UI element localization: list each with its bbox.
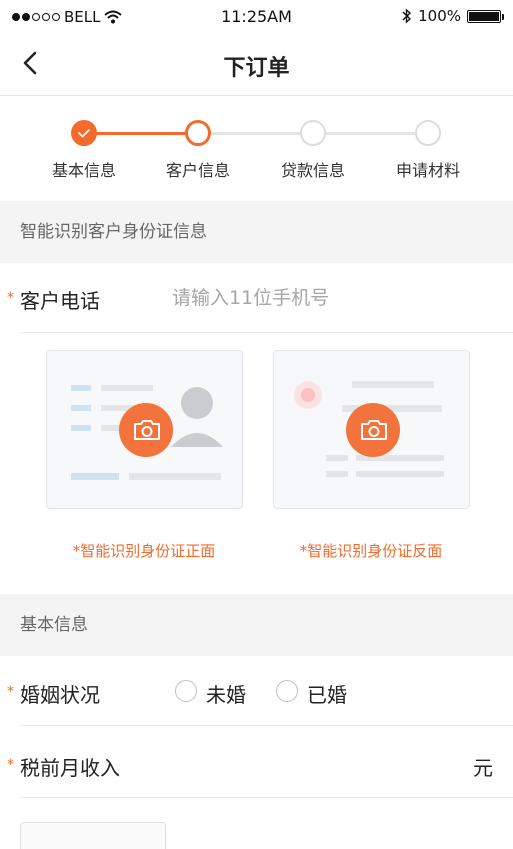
step-connector	[84, 132, 198, 135]
radio-married-label[interactable]: 已婚	[307, 679, 347, 708]
divider	[20, 725, 513, 726]
id-back-caption: *智能识别身份证反面	[299, 542, 443, 560]
radio-unmarried[interactable]	[175, 680, 197, 702]
step-node-3	[300, 120, 326, 146]
section-header-basic-info: 基本信息	[0, 594, 513, 656]
step-connector	[198, 132, 313, 135]
check-icon	[78, 129, 90, 138]
divider	[20, 797, 513, 798]
step-node-4	[415, 120, 441, 146]
step-label: 客户信息	[165, 161, 230, 180]
step-label: 申请材料	[395, 161, 460, 180]
income-label: 税前月收入	[20, 756, 120, 780]
marital-label: 婚姻状况	[20, 683, 100, 707]
section-header-id-recognition: 智能识别客户身份证信息	[0, 201, 513, 263]
camera-icon[interactable]	[346, 403, 400, 457]
step-node-2	[185, 120, 211, 146]
marital-row: * 婚姻状况	[0, 656, 513, 726]
radio-unmarried-label[interactable]: 未婚	[206, 679, 246, 708]
id-card-front-upload[interactable]	[46, 350, 243, 509]
radio-married[interactable]	[276, 680, 298, 702]
camera-icon[interactable]	[119, 403, 173, 457]
required-mark: *	[7, 290, 14, 306]
nav-bar: 下订单	[0, 34, 513, 96]
step-label: 基本信息	[51, 161, 116, 180]
progress-steps: 基本信息 客户信息 贷款信息 申请材料	[0, 97, 513, 201]
battery-icon	[467, 9, 504, 23]
id-card-back-upload[interactable]	[273, 350, 470, 509]
page-title: 下订单	[223, 56, 290, 81]
status-right: 100%	[402, 7, 504, 25]
income-row[interactable]: * 税前月收入	[0, 728, 513, 798]
upload-box[interactable]	[20, 822, 166, 849]
divider	[20, 332, 513, 333]
id-front-caption: *智能识别身份证正面	[72, 542, 216, 560]
phone-row: * 客户电话	[0, 263, 513, 333]
phone-label: 客户电话	[20, 289, 100, 313]
required-mark: *	[7, 757, 14, 773]
status-bar: BELL 11:25AM 100%	[0, 0, 513, 34]
required-mark: *	[7, 684, 14, 700]
step-connector	[313, 132, 428, 135]
step-label: 贷款信息	[280, 161, 345, 180]
income-unit: 元	[473, 756, 493, 780]
battery-percent: 100%	[418, 7, 461, 25]
phone-input[interactable]	[172, 281, 492, 315]
bluetooth-icon	[402, 8, 412, 24]
step-node-1	[71, 120, 97, 146]
